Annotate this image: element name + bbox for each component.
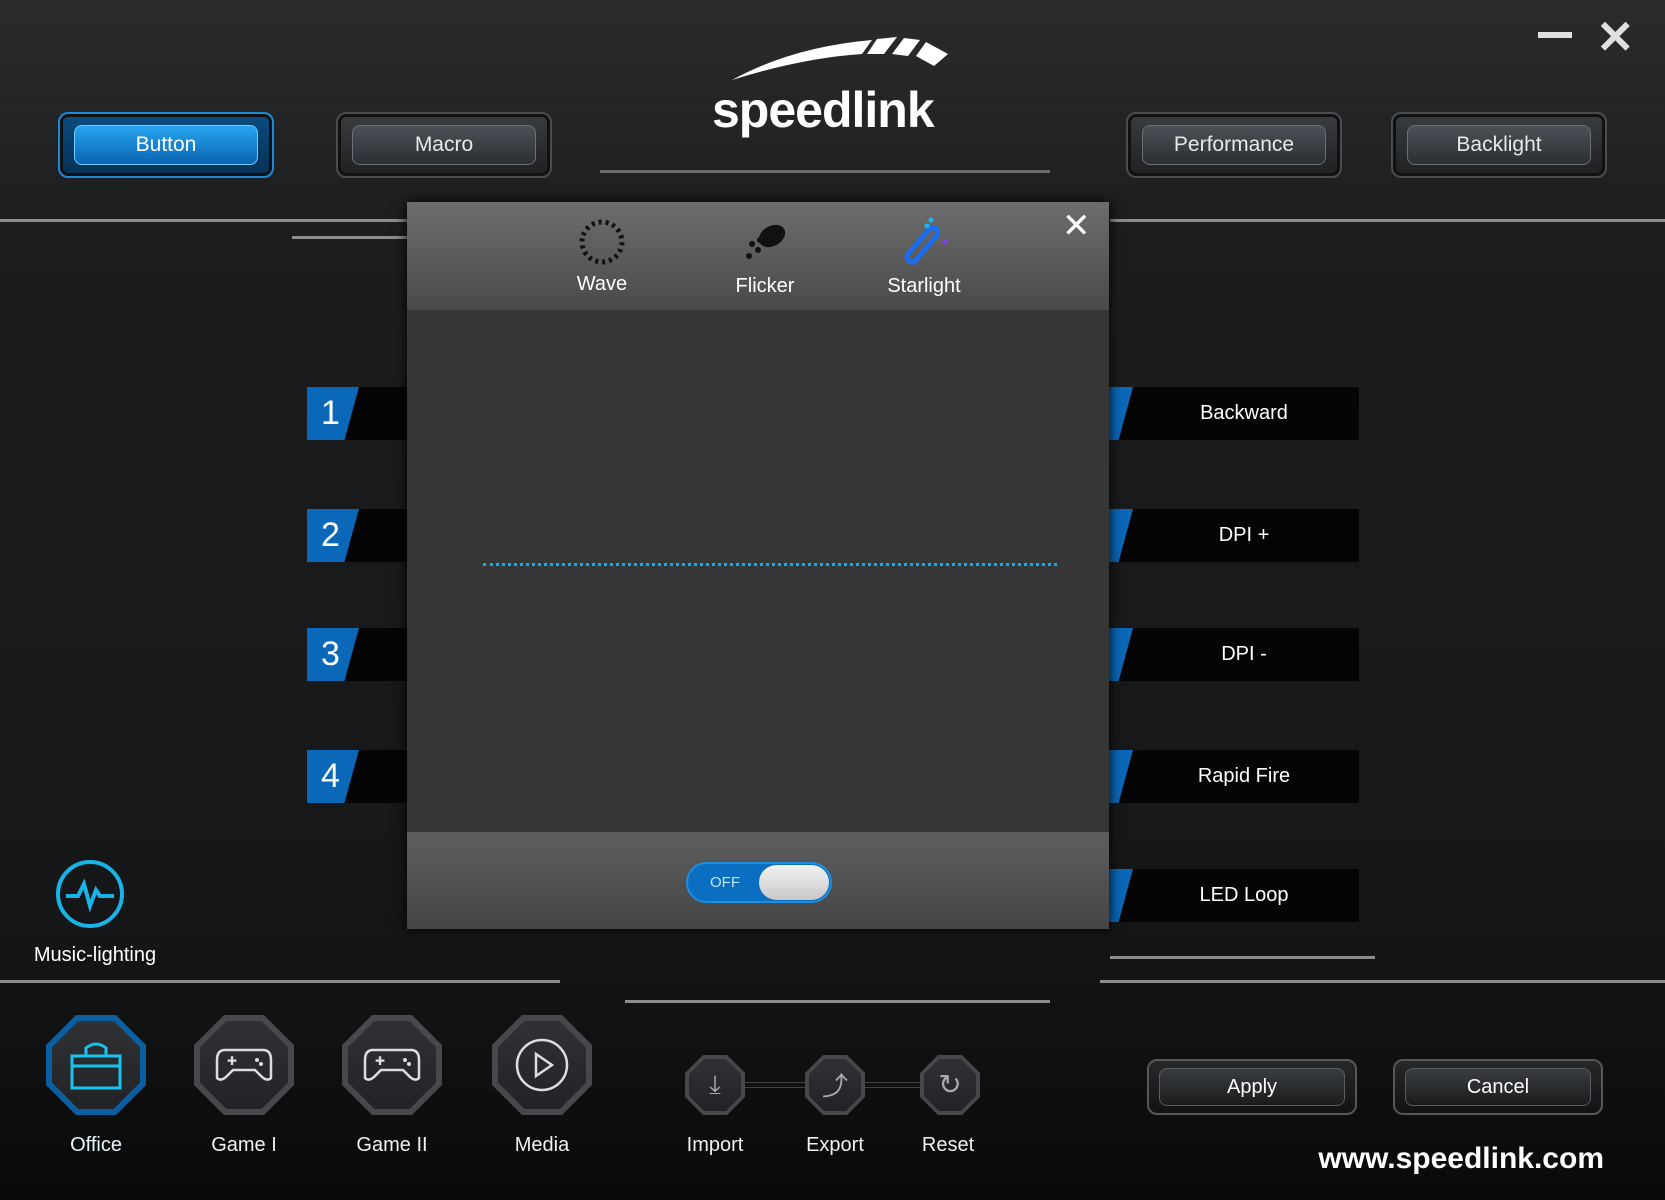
divider — [625, 1000, 1050, 1003]
minimize-icon[interactable] — [1538, 32, 1572, 38]
button-number: 1 — [307, 387, 359, 440]
button-dpi-minus[interactable]: DPI - — [1109, 628, 1359, 681]
close-icon[interactable]: ✕ — [1596, 14, 1635, 60]
divider — [1110, 956, 1375, 959]
toggle-knob — [759, 865, 829, 900]
export-icon: ⤴ — [821, 1071, 848, 1102]
button-4[interactable]: 4 — [307, 750, 407, 803]
reset-icon: ↻ — [938, 1069, 962, 1101]
button-1[interactable]: 1 — [307, 387, 407, 440]
button-backward[interactable]: Backward — [1109, 387, 1359, 440]
button-label: Rapid Fire — [1197, 765, 1291, 787]
export-button[interactable]: ⤴ — [805, 1055, 865, 1115]
effect-starlight[interactable]: Starlight — [869, 216, 979, 298]
svg-text:✚: ✚ — [375, 1054, 385, 1068]
pulse-icon — [66, 878, 114, 913]
speedlink-logo: speedlink — [712, 32, 962, 138]
effect-toggle[interactable]: OFF — [686, 862, 832, 903]
button-2[interactable]: 2 — [307, 509, 407, 562]
profile-label: Office — [70, 1134, 122, 1156]
toggle-label: OFF — [710, 874, 740, 891]
button-rapid-fire[interactable]: Rapid Fire — [1109, 750, 1359, 803]
tab-label: Button — [74, 125, 258, 165]
button-number: 2 — [307, 509, 359, 562]
profile-label: Media — [514, 1134, 570, 1156]
button-label: DPI - — [1221, 643, 1267, 665]
logo-text: speedlink — [712, 82, 935, 138]
effect-label: Starlight — [887, 275, 961, 297]
divider — [292, 236, 407, 239]
website-link[interactable]: www.speedlink.com — [1318, 1142, 1604, 1176]
import-button[interactable]: ⤓ — [685, 1055, 745, 1115]
profile-game-1[interactable]: ✚ — [194, 1015, 294, 1115]
apply-button[interactable]: Apply — [1147, 1059, 1357, 1115]
tab-macro[interactable]: Macro — [336, 112, 552, 178]
briefcase-icon — [70, 1042, 122, 1090]
dialog-header: Wave Flicker Starlight ✕ — [407, 202, 1109, 310]
apply-label: Apply — [1159, 1068, 1345, 1106]
profile-office[interactable] — [46, 1015, 146, 1115]
wave-icon — [579, 219, 625, 265]
play-icon — [515, 1038, 569, 1092]
button-led-loop[interactable]: LED Loop — [1109, 869, 1359, 922]
music-lighting-button[interactable] — [56, 860, 124, 928]
gamepad-icon: ✚ — [215, 1048, 273, 1081]
import-icon: ⤓ — [709, 1068, 721, 1099]
lighting-effect-dialog: Wave Flicker Starlight ✕ OFF — [407, 202, 1109, 929]
tab-button[interactable]: Button — [58, 112, 274, 178]
dialog-close-icon[interactable]: ✕ — [1062, 206, 1091, 246]
divider — [1100, 980, 1665, 983]
profile-label: Game II — [356, 1134, 428, 1156]
effect-label: Wave — [576, 273, 628, 295]
flicker-icon — [746, 224, 786, 259]
effect-wave[interactable]: Wave — [547, 216, 657, 296]
button-label: LED Loop — [1199, 884, 1289, 906]
effect-label: Flicker — [735, 275, 795, 297]
button-label: DPI + — [1218, 524, 1270, 546]
divider — [0, 980, 560, 983]
svg-text:✚: ✚ — [227, 1054, 237, 1068]
action-label: Reset — [921, 1134, 975, 1156]
tab-label: Backlight — [1407, 125, 1591, 165]
dialog-footer: OFF — [407, 832, 1109, 929]
button-3[interactable]: 3 — [307, 628, 407, 681]
tab-backlight[interactable]: Backlight — [1391, 112, 1607, 178]
tab-label: Performance — [1142, 125, 1326, 165]
profile-label: Game I — [211, 1134, 277, 1156]
button-number: 3 — [307, 628, 359, 681]
gamepad-icon: ✚ — [363, 1048, 421, 1081]
effect-preview-line — [483, 563, 1057, 566]
starlight-icon — [904, 217, 948, 265]
action-label: Import — [686, 1134, 744, 1156]
music-lighting-label: Music-lighting — [33, 944, 157, 966]
cancel-button[interactable]: Cancel — [1393, 1059, 1603, 1115]
button-label: Backward — [1200, 402, 1288, 424]
cancel-label: Cancel — [1405, 1068, 1591, 1106]
reset-button[interactable]: ↻ — [920, 1055, 980, 1115]
button-dpi-plus[interactable]: DPI + — [1109, 509, 1359, 562]
divider — [1110, 219, 1665, 222]
profile-game-2[interactable]: ✚ — [342, 1015, 442, 1115]
divider — [600, 170, 1050, 173]
profile-media[interactable] — [492, 1015, 592, 1115]
button-number: 4 — [307, 750, 359, 803]
tab-label: Macro — [352, 125, 536, 165]
effect-flicker[interactable]: Flicker — [710, 216, 820, 298]
tab-performance[interactable]: Performance — [1126, 112, 1342, 178]
